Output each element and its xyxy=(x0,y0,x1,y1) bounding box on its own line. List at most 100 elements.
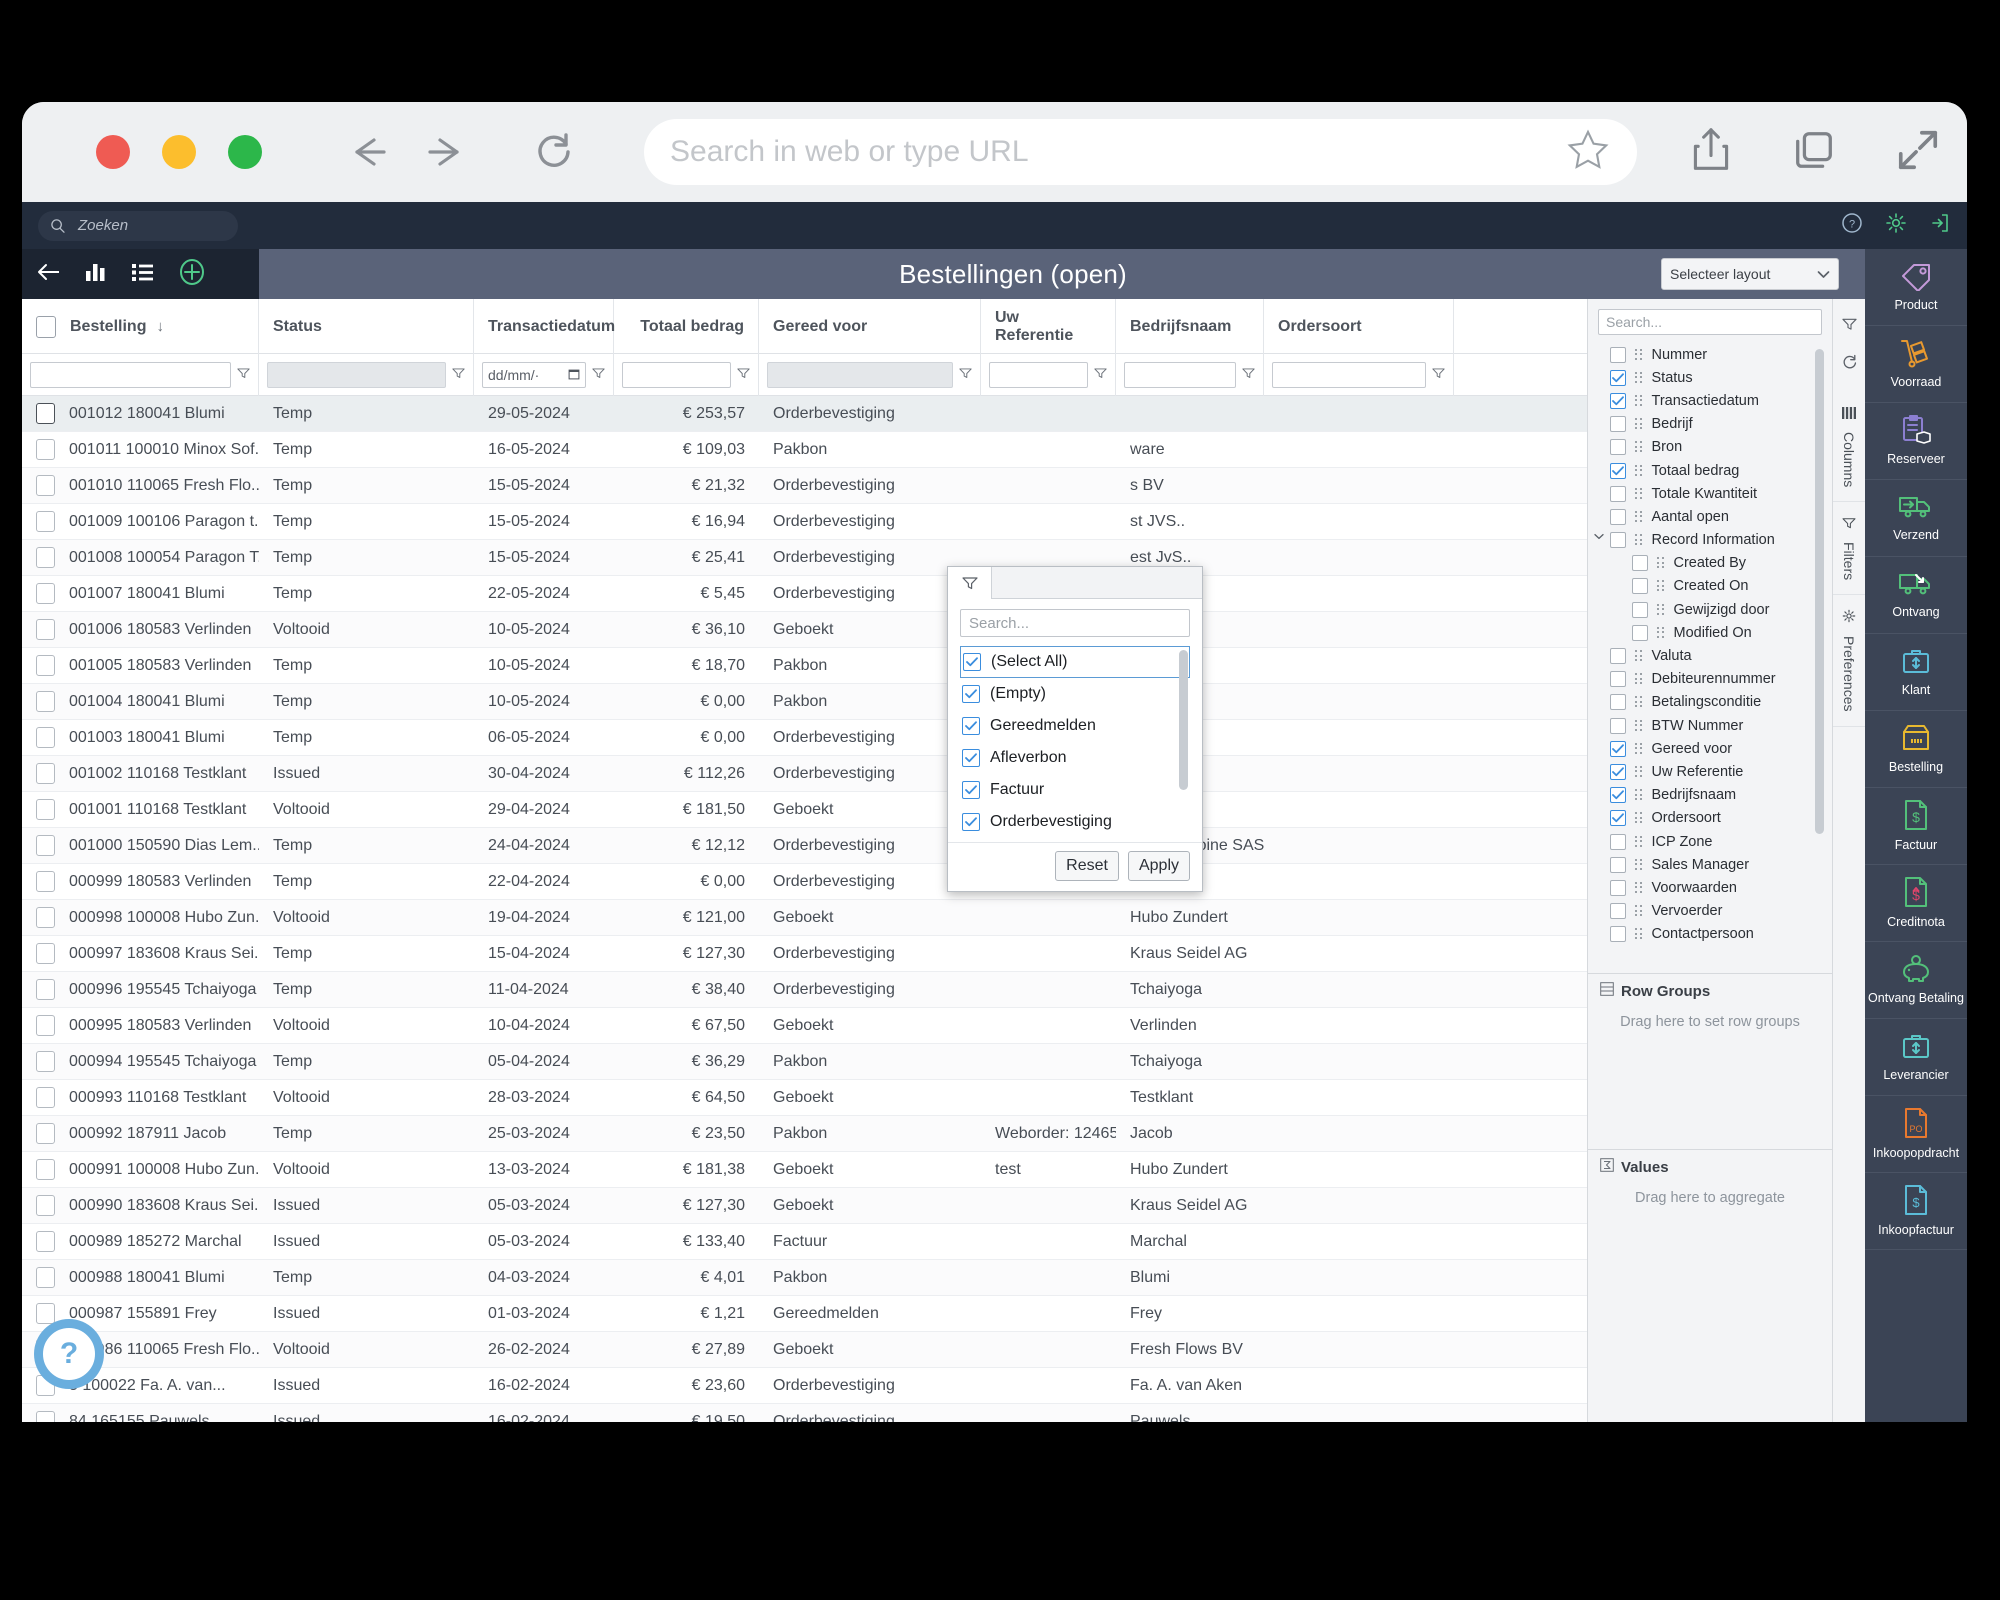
url-bar[interactable]: Search in web or type URL xyxy=(644,119,1637,185)
grid-filter-input[interactable] xyxy=(622,362,731,388)
grid-filter-cell-uw-referentie[interactable] xyxy=(981,354,1116,396)
column-toggle-row[interactable]: Bedrijf xyxy=(1588,413,1832,436)
column-visibility-checkbox[interactable] xyxy=(1610,439,1626,456)
drag-handle-icon[interactable] xyxy=(1635,881,1643,894)
filter-apply-button[interactable]: Apply xyxy=(1127,851,1190,881)
help-circle-icon[interactable]: ? xyxy=(1841,212,1863,239)
column-filter-funnel-icon[interactable] xyxy=(237,366,250,384)
column-filter-funnel-icon[interactable] xyxy=(1432,366,1445,384)
drag-handle-icon[interactable] xyxy=(1635,742,1643,755)
row-select-checkbox[interactable] xyxy=(36,547,55,568)
column-visibility-checkbox[interactable] xyxy=(1610,717,1626,734)
grid-header-uw-referentie[interactable]: Uw Referentie xyxy=(981,299,1116,354)
tab-filters[interactable]: Filters xyxy=(1833,502,1865,596)
column-toggle-row[interactable]: Voorwaarden xyxy=(1588,876,1832,899)
column-visibility-checkbox[interactable] xyxy=(1610,346,1626,363)
tabs-icon[interactable] xyxy=(1791,127,1837,178)
rail-item-creditnota[interactable]: $ Creditnota xyxy=(1865,865,1967,942)
column-visibility-checkbox[interactable] xyxy=(1610,903,1626,920)
column-visibility-checkbox[interactable] xyxy=(1610,879,1626,896)
grid-filter-input[interactable] xyxy=(267,362,446,388)
drag-handle-icon[interactable] xyxy=(1635,812,1643,824)
tab-columns[interactable]: Columns xyxy=(1833,392,1865,503)
column-visibility-checkbox[interactable] xyxy=(1610,810,1626,827)
layout-select[interactable]: Selecteer layout xyxy=(1661,258,1839,290)
table-row[interactable]: 000995 180583 Verlinden Voltooid 10-04-202… xyxy=(22,1008,1587,1044)
plus-circle-icon[interactable] xyxy=(178,258,206,291)
grid-filter-input[interactable] xyxy=(767,362,953,388)
global-search[interactable]: Zoeken xyxy=(38,210,238,241)
row-select-checkbox[interactable] xyxy=(36,979,55,1000)
rail-item-ontvang[interactable]: Ontvang xyxy=(1865,557,1967,634)
table-row[interactable]: 84 165155 Pauwels Issued 16-02-2024 € 19,50… xyxy=(22,1404,1587,1422)
column-visibility-checkbox[interactable] xyxy=(1610,508,1626,525)
drag-handle-icon[interactable] xyxy=(1635,905,1643,917)
back-arrow-icon[interactable] xyxy=(344,135,394,169)
column-filter-funnel-icon[interactable] xyxy=(1094,366,1107,384)
rail-item-bestelling[interactable]: Bestelling xyxy=(1865,711,1967,788)
column-visibility-checkbox[interactable] xyxy=(1610,694,1626,711)
drag-handle-icon[interactable] xyxy=(1657,603,1665,616)
maximize-window-button[interactable] xyxy=(228,135,262,169)
row-select-checkbox[interactable] xyxy=(36,1195,55,1216)
column-visibility-checkbox[interactable] xyxy=(1610,763,1626,780)
filter-option[interactable]: Orderbevestiging xyxy=(960,806,1190,838)
grid-filter-cell-status[interactable] xyxy=(259,354,474,396)
table-row[interactable]: 000996 195545 Tchaiyoga Temp 11-04-2024 € 3… xyxy=(22,972,1587,1008)
rail-item-inkoopopdracht[interactable]: PO Inkoopopdracht xyxy=(1865,1096,1967,1173)
reload-icon[interactable] xyxy=(532,130,576,174)
grid-filter-input[interactable] xyxy=(989,362,1088,388)
drag-handle-icon[interactable] xyxy=(1635,650,1643,662)
column-visibility-checkbox[interactable] xyxy=(1610,369,1626,386)
column-visibility-checkbox[interactable] xyxy=(1610,532,1626,549)
column-visibility-checkbox[interactable] xyxy=(1610,856,1626,873)
filter-option[interactable]: Afleverbon xyxy=(960,742,1190,774)
table-row[interactable]: 000997 183608 Kraus Sei... Temp 15-04-2024… xyxy=(22,936,1587,972)
grid-filter-cell-totaal-bedrag[interactable] xyxy=(614,354,759,396)
column-toggle-row[interactable]: Totale Kwantiteit xyxy=(1588,482,1832,505)
row-select-checkbox[interactable] xyxy=(36,943,55,964)
column-visibility-checkbox[interactable] xyxy=(1610,392,1626,409)
rail-item-product[interactable]: Product xyxy=(1865,249,1967,326)
column-toggle-row[interactable]: Bron xyxy=(1588,436,1832,459)
column-visibility-checkbox[interactable] xyxy=(1610,740,1626,757)
rail-item-klant[interactable]: Klant xyxy=(1865,634,1967,711)
table-row[interactable]: 001009 100106 Paragon t... Temp 15-05-2024… xyxy=(22,504,1587,540)
column-toggle-row[interactable]: BTW Nummer xyxy=(1588,714,1832,737)
drag-handle-icon[interactable] xyxy=(1657,626,1665,639)
drag-handle-icon[interactable] xyxy=(1657,557,1665,569)
table-row[interactable]: 000999 180583 Verlinden Temp 22-04-2024 € 0… xyxy=(22,864,1587,900)
column-visibility-checkbox[interactable] xyxy=(1610,671,1626,688)
calendar-icon[interactable] xyxy=(568,367,580,383)
drag-handle-icon[interactable] xyxy=(1635,441,1643,453)
filter-option-checkbox[interactable] xyxy=(962,685,980,703)
table-row[interactable]: 001010 110065 Fresh Flo... Temp 15-05-2024… xyxy=(22,468,1587,504)
column-toggle-row[interactable]: Gewijzigd door xyxy=(1588,598,1832,621)
url-input[interactable]: Search in web or type URL xyxy=(670,135,1565,169)
row-select-checkbox[interactable] xyxy=(36,763,55,784)
filter-option[interactable]: (Select All) xyxy=(960,646,1190,678)
table-row[interactable]: 001003 180041 Blumi Temp 06-05-2024 € 0,00 O… xyxy=(22,720,1587,756)
column-visibility-checkbox[interactable] xyxy=(1610,833,1626,850)
bar-chart-icon[interactable] xyxy=(84,261,108,288)
drag-handle-icon[interactable] xyxy=(1635,858,1643,871)
row-select-checkbox[interactable] xyxy=(36,907,55,928)
table-row[interactable]: 001011 100010 Minox Sof... Temp 16-05-2024… xyxy=(22,432,1587,468)
column-filter-funnel-icon[interactable] xyxy=(452,366,465,384)
column-visibility-checkbox[interactable] xyxy=(1610,416,1626,433)
chevron-down-icon[interactable] xyxy=(1594,529,1604,543)
tab-preferences[interactable]: Preferences xyxy=(1833,595,1865,727)
column-toggle-row[interactable]: ICP Zone xyxy=(1588,830,1832,853)
table-row[interactable]: 000989 185272 Marchal Issued 05-03-2024 € 1… xyxy=(22,1224,1587,1260)
row-select-checkbox[interactable] xyxy=(36,691,55,712)
column-filter-funnel-icon[interactable] xyxy=(737,366,750,384)
column-toggle-row[interactable]: Record Information xyxy=(1588,529,1832,552)
rail-item-ontvang-betaling[interactable]: Ontvang Betaling xyxy=(1865,942,1967,1019)
row-select-checkbox[interactable] xyxy=(36,835,55,856)
row-select-checkbox[interactable] xyxy=(36,1051,55,1072)
table-row[interactable]: 000993 110168 Testklant Voltooid 28-03-202… xyxy=(22,1080,1587,1116)
column-visibility-checkbox[interactable] xyxy=(1610,787,1626,804)
grid-header-totaal-bedrag[interactable]: Totaal bedrag xyxy=(614,299,759,354)
drag-handle-icon[interactable] xyxy=(1635,371,1643,384)
table-row[interactable]: 001004 180041 Blumi Temp 10-05-2024 € 0,00 P… xyxy=(22,684,1587,720)
